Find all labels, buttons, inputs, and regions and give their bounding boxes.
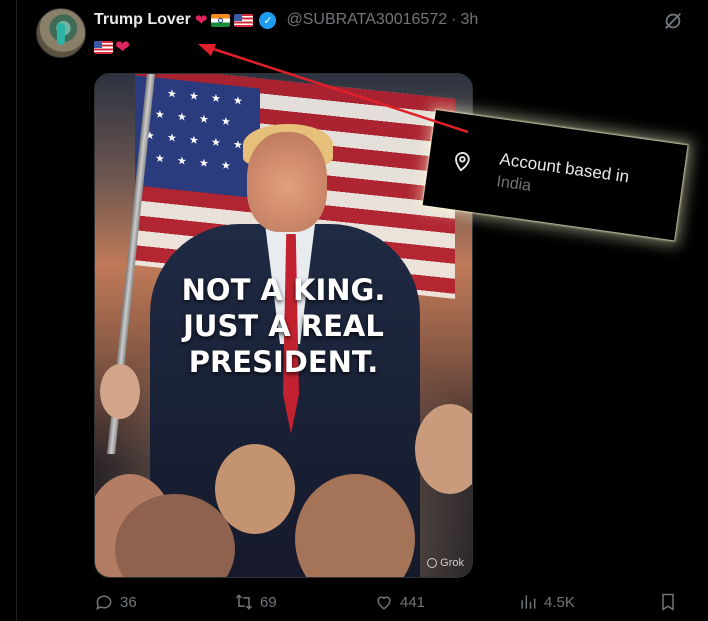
verified-badge-icon[interactable]: ✓ — [259, 11, 277, 29]
heart-emoji-icon: ❤ — [194, 11, 208, 29]
reply-icon — [96, 595, 112, 611]
caption-line-1: NOT A KING. — [181, 273, 386, 307]
views-bar-chart-icon — [521, 595, 536, 609]
grok-watermark: Grok — [427, 557, 464, 569]
tweet-card: Trump Lover ❤ ✓ @SUBRATA30016572 · 3h ❤ … — [0, 0, 708, 621]
heart-icon — [377, 596, 391, 610]
tweet-image[interactable]: ★★★★★ ★★★★ ★★★★★ ★★★★ NOT A KING. JUST A… — [94, 73, 473, 578]
bookmark-button[interactable] — [658, 592, 678, 612]
views-button[interactable]: 4.5K — [518, 592, 575, 612]
crowd-figure — [215, 444, 295, 534]
reply-count: 36 — [120, 593, 137, 611]
flag-canton: ★★★★★ ★★★★ ★★★★★ ★★★★ — [135, 75, 260, 199]
caption-line-3: PRESIDENT. — [188, 345, 379, 379]
grok-watermark-icon — [427, 558, 438, 568]
tweet-actions: 36 69 441 4.5K — [94, 592, 694, 616]
header-separator: · — [451, 11, 457, 28]
thread-divider — [16, 0, 17, 621]
views-count: 4.5K — [544, 593, 575, 611]
reply-button[interactable]: 36 — [94, 592, 137, 612]
image-caption: NOT A KING. JUST A REAL PRESIDENT. — [95, 272, 472, 380]
display-name[interactable]: Trump Lover — [94, 11, 191, 29]
us-flag-icon — [234, 13, 254, 27]
caption-line-2: JUST A REAL — [183, 309, 384, 343]
heart-emoji-icon: ❤ — [115, 37, 131, 57]
grok-icon[interactable] — [662, 10, 684, 32]
us-flag-icon — [94, 40, 113, 54]
account-country: India — [495, 173, 533, 195]
avatar[interactable] — [36, 8, 86, 58]
bio-emoji-line: ❤ — [94, 38, 130, 56]
watermark-text: Grok — [440, 557, 464, 569]
location-pin-icon — [455, 152, 470, 172]
tweet-header: Trump Lover ❤ ✓ @SUBRATA30016572 · 3h — [94, 8, 478, 32]
repost-count: 69 — [260, 593, 277, 611]
india-flag-icon — [211, 13, 231, 27]
timestamp[interactable]: 3h — [460, 11, 478, 29]
bookmark-icon — [662, 593, 674, 611]
repost-button[interactable]: 69 — [234, 592, 277, 612]
like-count: 441 — [400, 593, 426, 611]
user-handle[interactable]: @SUBRATA30016572 — [286, 11, 447, 29]
like-button[interactable]: 441 — [374, 592, 425, 612]
repost-icon — [235, 594, 253, 610]
head-figure — [247, 132, 327, 232]
crowd-figure — [415, 404, 472, 494]
